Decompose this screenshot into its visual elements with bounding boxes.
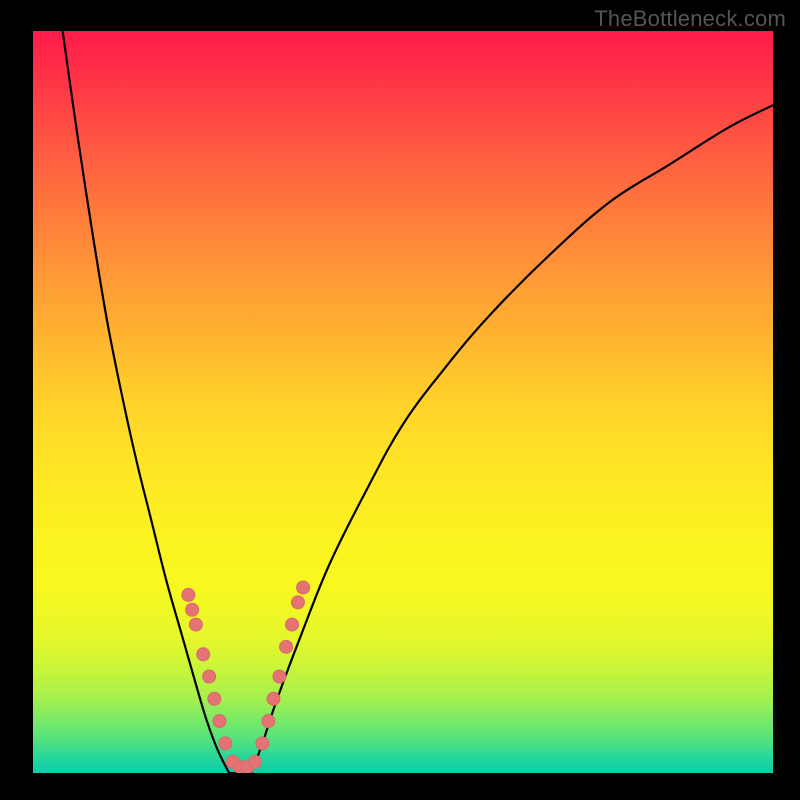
marker-point [189,618,202,631]
marker-point [262,715,275,728]
marker-point [286,618,299,631]
marker-point [219,737,232,750]
series-group [63,31,773,773]
chart-svg [33,31,773,773]
marker-point [203,670,216,683]
marker-group [182,581,310,773]
marker-point [182,588,195,601]
marker-point [273,670,286,683]
outer-frame: TheBottleneck.com [0,0,800,800]
series-right-curve [251,105,773,773]
marker-point [291,596,304,609]
marker-point [297,581,310,594]
series-left-curve [63,31,230,773]
plot-area [33,31,773,773]
marker-point [197,648,210,661]
marker-point [186,603,199,616]
marker-point [267,692,280,705]
marker-point [256,737,269,750]
watermark-text: TheBottleneck.com [594,6,786,32]
marker-point [213,715,226,728]
marker-point [249,755,262,768]
marker-point [208,692,221,705]
marker-point [280,640,293,653]
